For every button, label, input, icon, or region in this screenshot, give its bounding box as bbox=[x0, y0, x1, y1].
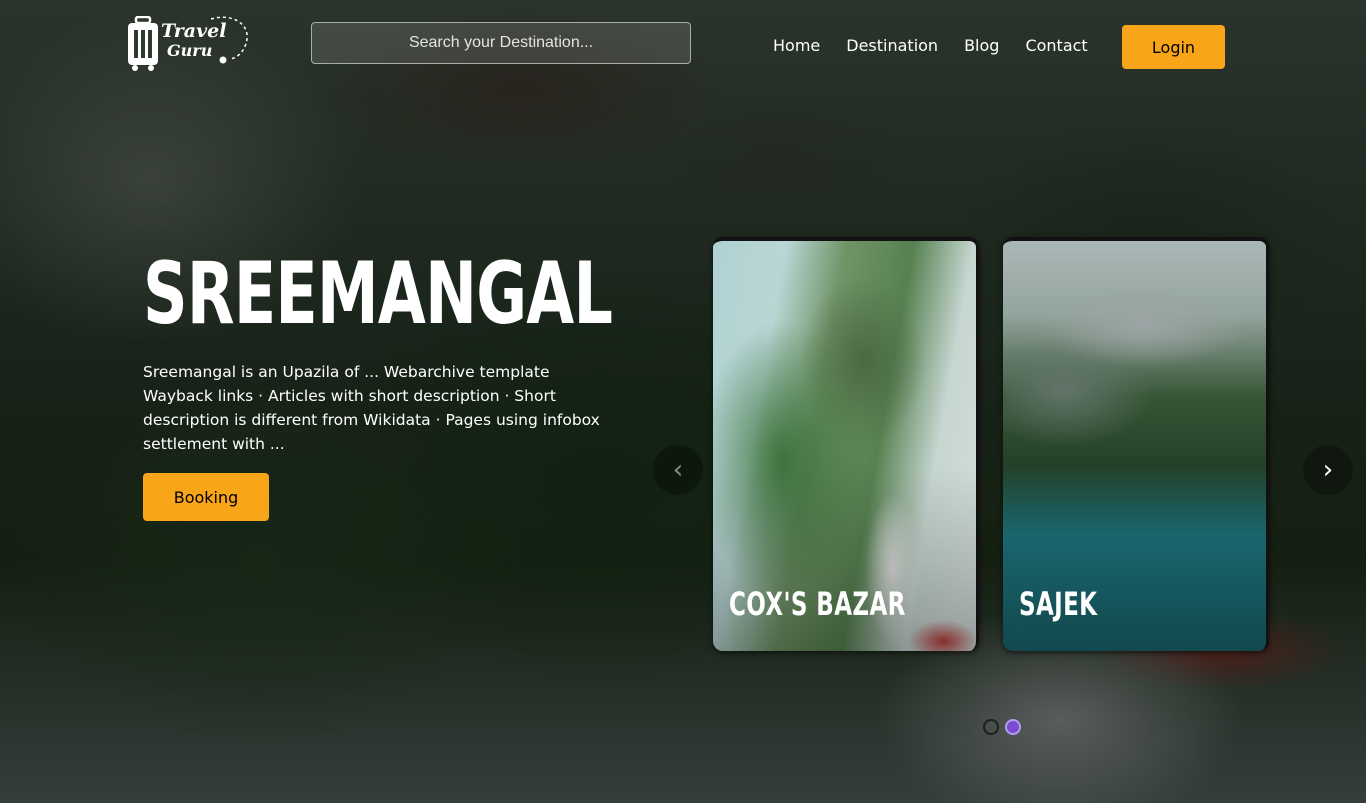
logo-text: Travel Guru bbox=[161, 21, 247, 69]
logo-line-1: Travel bbox=[161, 20, 227, 42]
hero-title: Sreemangal bbox=[143, 244, 613, 344]
nav-blog[interactable]: Blog bbox=[964, 36, 999, 55]
nav-contact[interactable]: Contact bbox=[1025, 36, 1087, 55]
nav-home[interactable]: Home bbox=[773, 36, 820, 55]
chevron-right-icon: › bbox=[1322, 455, 1334, 485]
carousel-next-button[interactable]: › bbox=[1303, 445, 1353, 495]
site-header: Travel Guru Home Destination Blog Contac… bbox=[0, 0, 1366, 92]
carousel-dots bbox=[983, 719, 1021, 735]
carousel-dot-1[interactable] bbox=[983, 719, 999, 735]
carousel-dot-2[interactable] bbox=[1005, 719, 1021, 735]
card-title: Cox's Bazar bbox=[729, 585, 906, 623]
carousel-prev-button[interactable]: ‹ bbox=[653, 445, 703, 495]
destination-card-coxs-bazar[interactable]: Cox's Bazar bbox=[713, 237, 979, 651]
search-input[interactable] bbox=[311, 22, 691, 64]
logo-line-2: Guru bbox=[167, 41, 213, 60]
card-title: Sajek bbox=[1019, 585, 1098, 623]
main-nav: Home Destination Blog Contact bbox=[773, 36, 1088, 55]
chevron-left-icon: ‹ bbox=[672, 455, 684, 485]
logo[interactable]: Travel Guru bbox=[127, 15, 249, 73]
hero-description: Sreemangal is an Upazila of ... Webarchi… bbox=[143, 363, 600, 453]
nav-destination[interactable]: Destination bbox=[846, 36, 938, 55]
login-button[interactable]: Login bbox=[1122, 25, 1225, 69]
suitcase-icon bbox=[128, 16, 158, 71]
booking-button[interactable]: Booking bbox=[143, 473, 269, 521]
destination-card-sajek[interactable]: Sajek bbox=[1003, 237, 1269, 651]
